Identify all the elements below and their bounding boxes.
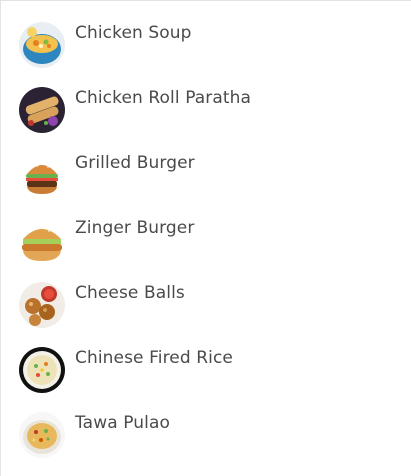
soup-bowl-icon <box>19 22 65 68</box>
cheese-balls-icon <box>19 282 65 328</box>
item-label: Grilled Burger <box>75 153 195 173</box>
burger-icon <box>19 152 65 198</box>
fried-rice-icon <box>19 347 65 393</box>
list-item-chinese-fired-rice[interactable]: Chinese Fired Rice <box>1 326 411 393</box>
roll-paratha-icon <box>19 87 65 133</box>
food-menu-panel: Chicken Soup Chicken Roll Paratha Grille… <box>0 0 411 476</box>
list-item-chicken-soup[interactable]: Chicken Soup <box>1 1 411 68</box>
item-label: Zinger Burger <box>75 218 195 238</box>
pulao-icon <box>19 412 65 458</box>
list-item-chicken-roll-paratha[interactable]: Chicken Roll Paratha <box>1 66 411 133</box>
burger-icon <box>19 217 65 263</box>
item-label: Chicken Soup <box>75 23 192 43</box>
list-item-grilled-burger[interactable]: Grilled Burger <box>1 131 411 198</box>
list-item-zinger-burger[interactable]: Zinger Burger <box>1 196 411 263</box>
item-label: Cheese Balls <box>75 283 185 303</box>
item-label: Tawa Pulao <box>75 413 170 433</box>
list-item-tawa-pulao[interactable]: Tawa Pulao <box>1 391 411 458</box>
item-label: Chicken Roll Paratha <box>75 88 252 108</box>
food-list: Chicken Soup Chicken Roll Paratha Grille… <box>1 1 411 458</box>
list-item-cheese-balls[interactable]: Cheese Balls <box>1 261 411 328</box>
item-label: Chinese Fired Rice <box>75 348 233 368</box>
